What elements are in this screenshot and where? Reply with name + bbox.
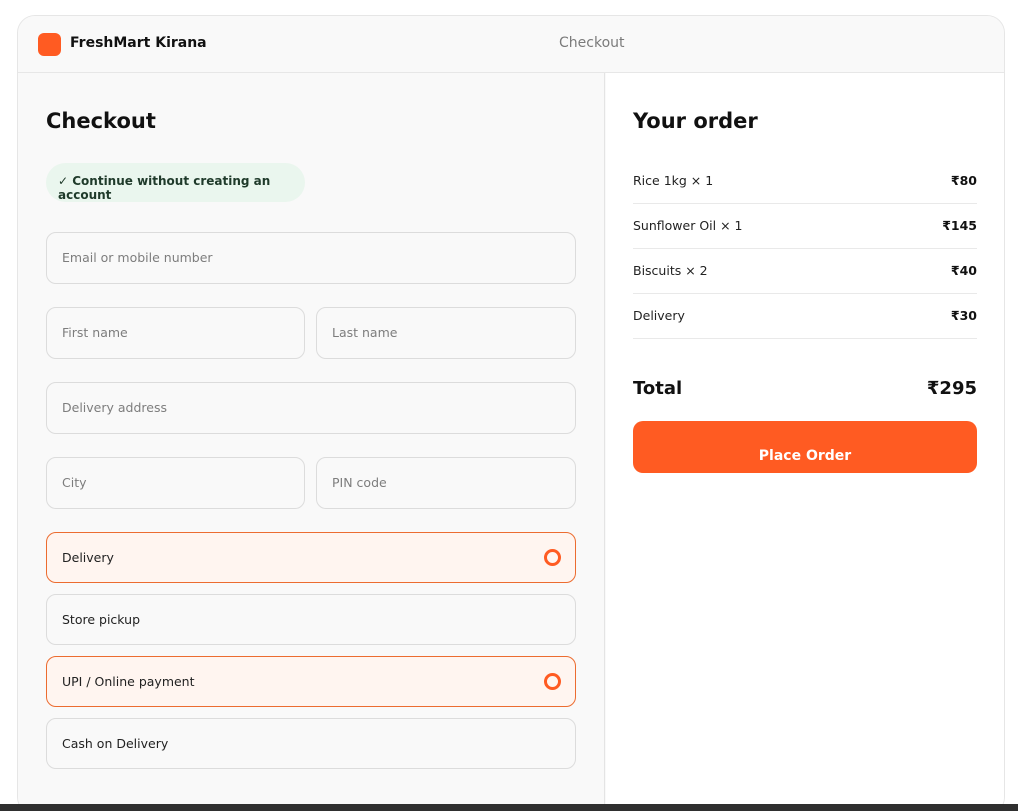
radio-selected-icon bbox=[544, 549, 561, 566]
order-total-row: Total ₹295 bbox=[633, 378, 977, 399]
brand-logo-icon bbox=[38, 33, 61, 56]
option-upi-payment[interactable]: UPI / Online payment bbox=[46, 656, 576, 707]
order-item-price: ₹80 bbox=[950, 173, 977, 188]
option-label: Store pickup bbox=[62, 612, 141, 627]
form-title: Checkout bbox=[46, 109, 156, 133]
total-label: Total bbox=[633, 378, 683, 399]
delivery-address-field[interactable]: Delivery address bbox=[46, 382, 576, 434]
order-title: Your order bbox=[633, 109, 758, 133]
pin-code-field[interactable]: PIN code bbox=[316, 457, 576, 509]
place-order-button[interactable]: Place Order bbox=[633, 421, 977, 473]
order-item-price: ₹40 bbox=[950, 263, 977, 278]
first-name-field[interactable]: First name bbox=[46, 307, 305, 359]
total-value: ₹295 bbox=[926, 378, 977, 399]
order-item-label: Biscuits × 2 bbox=[633, 263, 708, 278]
guest-checkout-toggle[interactable]: ✓ Continue without creating an account bbox=[46, 163, 305, 202]
order-item-price: ₹145 bbox=[942, 218, 977, 233]
order-summary-pane: Your order Rice 1kg × 1 ₹80 Sunflower Oi… bbox=[606, 73, 1004, 811]
option-store-pickup[interactable]: Store pickup bbox=[46, 594, 576, 645]
option-delivery[interactable]: Delivery bbox=[46, 532, 576, 583]
checkout-window: FreshMart Kirana Checkout Checkout ✓ Con… bbox=[17, 15, 1005, 811]
order-item-label: Delivery bbox=[633, 308, 685, 323]
header-title: Checkout bbox=[559, 35, 625, 51]
option-label: Delivery bbox=[62, 550, 114, 565]
option-label: UPI / Online payment bbox=[62, 674, 195, 689]
last-name-field[interactable]: Last name bbox=[316, 307, 576, 359]
order-item-row: Delivery ₹30 bbox=[633, 294, 977, 339]
brand-name: FreshMart Kirana bbox=[70, 35, 207, 51]
top-bar: FreshMart Kirana Checkout bbox=[18, 16, 1004, 73]
order-item-row: Biscuits × 2 ₹40 bbox=[633, 249, 977, 294]
option-label: Cash on Delivery bbox=[62, 736, 169, 751]
taskbar-strip bbox=[0, 804, 1018, 811]
radio-selected-icon bbox=[544, 673, 561, 690]
option-cash-on-delivery[interactable]: Cash on Delivery bbox=[46, 718, 576, 769]
order-item-price: ₹30 bbox=[950, 308, 977, 323]
order-item-label: Sunflower Oil × 1 bbox=[633, 218, 743, 233]
checkout-form-pane: Checkout ✓ Continue without creating an … bbox=[18, 73, 605, 811]
city-field[interactable]: City bbox=[46, 457, 305, 509]
order-item-row: Rice 1kg × 1 ₹80 bbox=[633, 159, 977, 204]
order-item-row: Sunflower Oil × 1 ₹145 bbox=[633, 204, 977, 249]
email-field[interactable]: Email or mobile number bbox=[46, 232, 576, 284]
order-item-label: Rice 1kg × 1 bbox=[633, 173, 714, 188]
